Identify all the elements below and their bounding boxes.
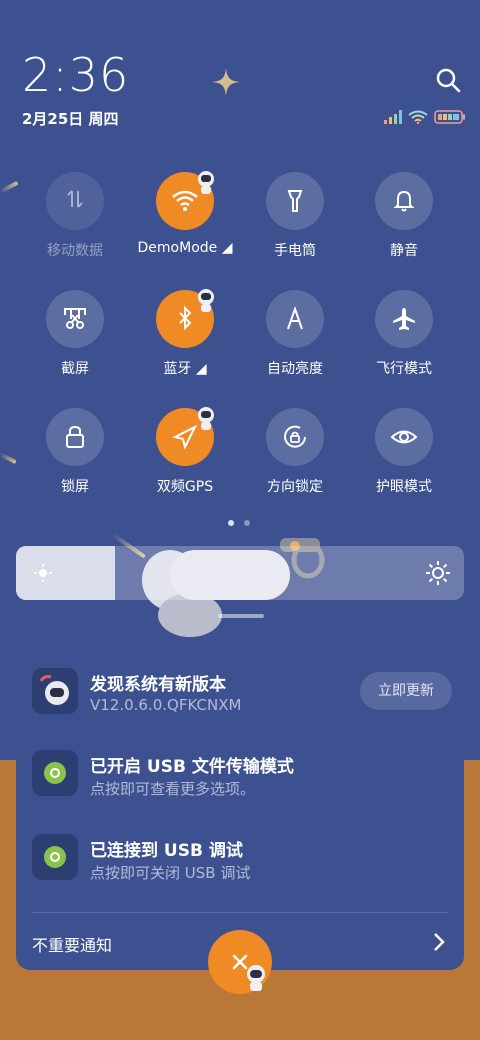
astronaut-badge-icon <box>198 289 214 312</box>
notification-subtitle: 点按即可关闭 USB 调试 <box>90 864 251 882</box>
tile-label: 锁屏 <box>61 479 89 495</box>
astronaut-badge-icon <box>198 407 214 430</box>
page-dot <box>244 520 250 526</box>
brightness-low-icon <box>34 564 52 582</box>
tile-button[interactable] <box>375 408 433 466</box>
screenshot-icon <box>64 308 86 329</box>
notification-subtitle: 点按即可查看更多选项。 <box>90 780 256 798</box>
tile-button[interactable] <box>266 290 324 348</box>
quick-tile-bell[interactable]: 静音 <box>349 172 459 272</box>
tile-button[interactable] <box>46 172 104 230</box>
page-dot <box>228 520 234 526</box>
quick-tile-eye[interactable]: 护眼模式 <box>349 408 459 508</box>
quick-tile-rotation-lock[interactable]: 方向锁定 <box>240 408 350 508</box>
date[interactable]: 2月25日 周四 <box>22 108 119 129</box>
rotation-lock-icon <box>284 425 306 448</box>
astronaut-badge-icon <box>247 965 265 991</box>
clock[interactable]: 2:36 <box>22 48 129 102</box>
lock-icon <box>66 425 84 448</box>
wifi-icon <box>408 110 428 124</box>
tile-label: 双频GPS <box>156 479 214 495</box>
auto-brightness-icon <box>287 305 303 330</box>
brightness-fill <box>16 546 115 600</box>
tile-label: 方向锁定 <box>267 479 323 495</box>
tile-label: 移动数据 <box>47 243 103 259</box>
tile-label: 自动亮度 <box>267 361 323 377</box>
tile-button[interactable] <box>46 290 104 348</box>
drag-handle[interactable] <box>218 614 264 618</box>
tile-label: 手电筒 <box>274 243 316 259</box>
unimportant-notifications-link[interactable]: 不重要通知 <box>32 932 112 956</box>
quick-tile-screenshot[interactable]: 截屏 <box>20 290 130 390</box>
quick-tile-mobile-data[interactable]: 移动数据 <box>20 172 130 272</box>
tile-button[interactable] <box>46 408 104 466</box>
quick-tile-auto-brightness[interactable]: 自动亮度 <box>240 290 350 390</box>
search-icon[interactable] <box>434 66 462 94</box>
divider <box>32 912 448 913</box>
quick-tile-lock[interactable]: 锁屏 <box>20 408 130 508</box>
quick-tile-gps[interactable]: 双频GPS <box>130 407 240 508</box>
bell-icon <box>393 190 415 212</box>
tile-label: 静音 <box>390 243 418 259</box>
tile-label: 截屏 <box>61 361 89 377</box>
battery-icon <box>434 110 465 124</box>
page-indicator <box>228 520 250 526</box>
signal-icon <box>384 110 402 124</box>
tile-label: DemoMode ◢ <box>137 240 233 256</box>
notification-title: 已开启 USB 文件传输模式 <box>90 757 294 777</box>
eye-icon <box>390 430 418 444</box>
notification-title: 发现系统有新版本 <box>90 675 226 695</box>
tile-label: 蓝牙 ◢ <box>163 361 207 377</box>
airplane-icon <box>393 308 415 330</box>
notification-usb-debug[interactable]: 已连接到 USB 调试 点按即可关闭 USB 调试 <box>32 834 452 894</box>
tile-button[interactable] <box>266 408 324 466</box>
tile-label: 飞行模式 <box>376 361 432 377</box>
chevron-right-icon[interactable] <box>432 932 446 952</box>
notification-update[interactable]: 发现系统有新版本 V12.0.6.0.QFKCNXM 立即更新 <box>32 668 452 728</box>
notification-usb-transfer[interactable]: 已开启 USB 文件传输模式 点按即可查看更多选项。 <box>32 750 452 810</box>
android-system-icon <box>32 834 78 880</box>
brightness-high-icon <box>426 561 450 585</box>
brightness-slider[interactable] <box>16 546 464 600</box>
status-bar-icons <box>384 108 466 126</box>
quick-tile-airplane[interactable]: 飞行模式 <box>349 290 459 390</box>
tile-button[interactable] <box>266 172 324 230</box>
star-icon <box>212 68 240 96</box>
updater-app-icon <box>32 668 78 714</box>
tile-button[interactable] <box>375 172 433 230</box>
update-now-button[interactable]: 立即更新 <box>360 672 452 710</box>
notification-title: 已连接到 USB 调试 <box>90 841 243 861</box>
quick-tile-flashlight[interactable]: 手电筒 <box>240 172 350 272</box>
tile-label: 护眼模式 <box>376 479 432 495</box>
astronaut-badge-icon <box>198 171 214 194</box>
notification-subtitle: V12.0.6.0.QFKCNXM <box>90 696 242 714</box>
android-system-icon <box>32 750 78 796</box>
tile-button[interactable] <box>375 290 433 348</box>
flashlight-icon <box>287 190 303 212</box>
mobile-data-icon <box>67 190 83 208</box>
quick-tile-wifi[interactable]: DemoMode ◢ <box>130 171 240 272</box>
quick-tile-bluetooth[interactable]: 蓝牙 ◢ <box>130 289 240 390</box>
